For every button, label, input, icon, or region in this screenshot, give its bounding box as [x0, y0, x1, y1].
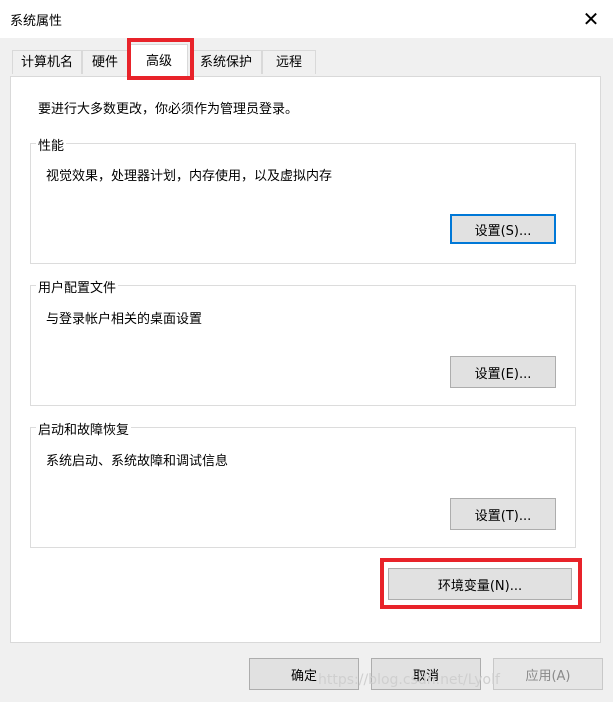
startup-recovery-settings-button[interactable]: 设置(T)...: [450, 498, 556, 530]
user-profiles-description: 与登录帐户相关的桌面设置: [46, 312, 203, 327]
apply-button[interactable]: 应用(A): [493, 658, 603, 690]
startup-recovery-description: 系统启动、系统故障和调试信息: [46, 454, 229, 469]
close-icon[interactable]: ✕: [578, 6, 604, 32]
performance-group-label: 性能: [36, 135, 67, 154]
user-profiles-group-label: 用户配置文件: [36, 277, 119, 296]
tab-advanced[interactable]: 高级: [130, 44, 188, 77]
watermark-text: https://blog.csdn.net/Lyolf: [318, 672, 500, 688]
window-title: 系统属性: [10, 14, 63, 29]
tab-hardware[interactable]: 硬件: [82, 50, 128, 74]
performance-settings-button[interactable]: 设置(S)...: [450, 214, 556, 244]
tab-remote[interactable]: 远程: [262, 50, 316, 74]
performance-description: 视觉效果，处理器计划，内存使用，以及虚拟内存: [46, 169, 333, 184]
environment-variables-button[interactable]: 环境变量(N)...: [388, 568, 572, 600]
title-bar: [0, 0, 613, 38]
admin-note: 要进行大多数更改，你必须作为管理员登录。: [38, 102, 299, 117]
performance-group: [30, 143, 576, 264]
startup-recovery-group-label: 启动和故障恢复: [36, 419, 132, 438]
user-profiles-settings-button[interactable]: 设置(E)...: [450, 356, 556, 388]
tab-system-protection[interactable]: 系统保护: [190, 50, 262, 74]
tab-computer-name[interactable]: 计算机名: [12, 50, 82, 74]
